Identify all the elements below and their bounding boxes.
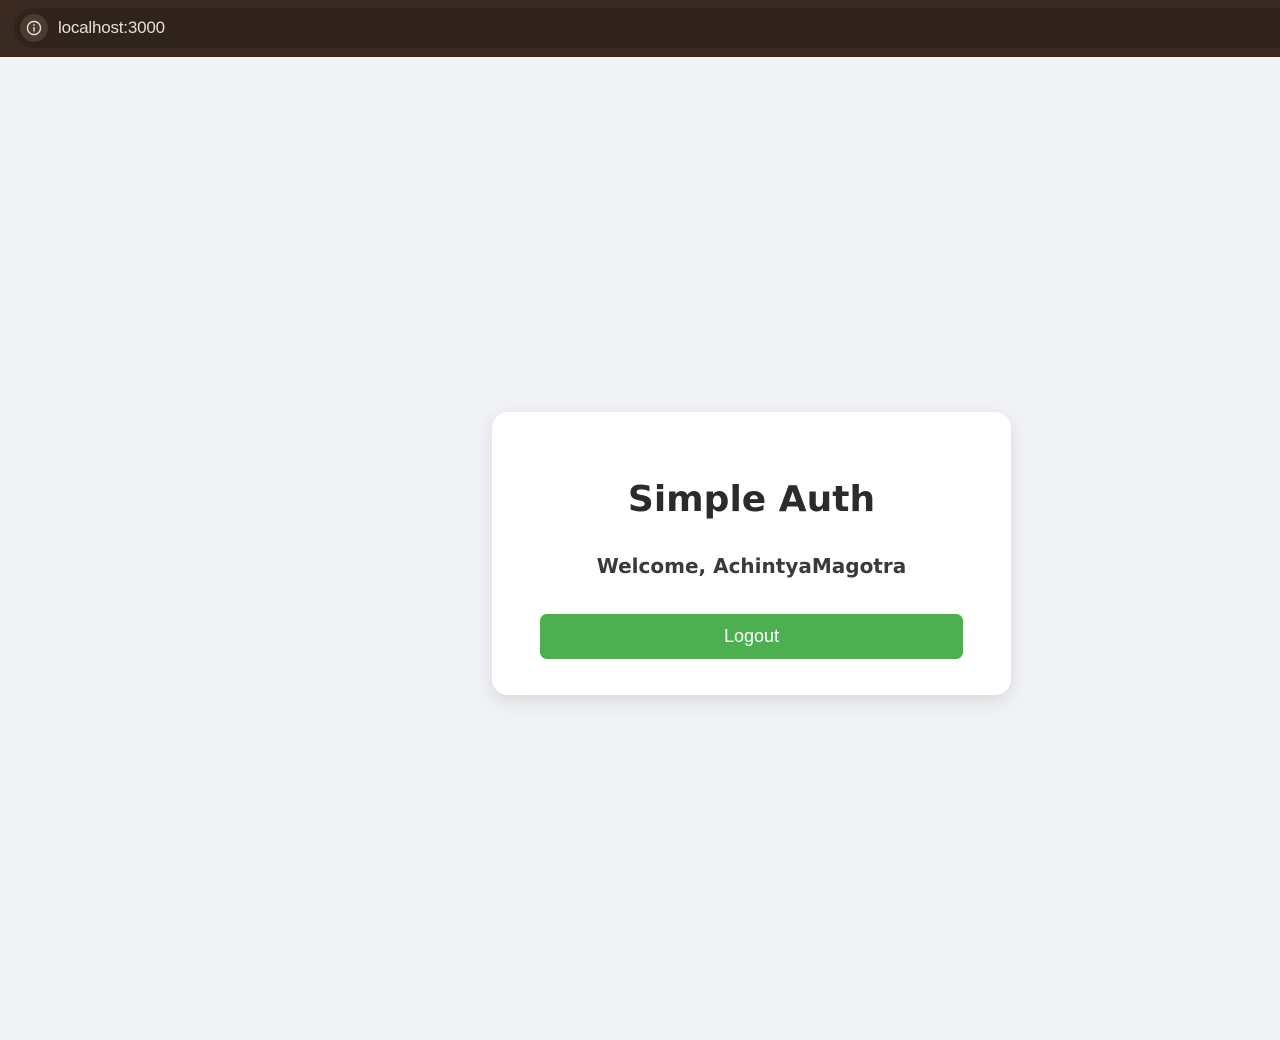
page-title: Simple Auth [627, 479, 876, 520]
browser-toolbar: localhost:3000 [0, 0, 1280, 57]
address-bar[interactable]: localhost:3000 [14, 8, 1280, 48]
url-text[interactable]: localhost:3000 [58, 8, 165, 48]
logout-button[interactable]: Logout [540, 614, 963, 659]
info-icon[interactable] [20, 14, 48, 42]
auth-card: Simple Auth Welcome, AchintyaMagotra Log… [492, 412, 1011, 695]
welcome-message: Welcome, AchintyaMagotra [596, 554, 907, 578]
